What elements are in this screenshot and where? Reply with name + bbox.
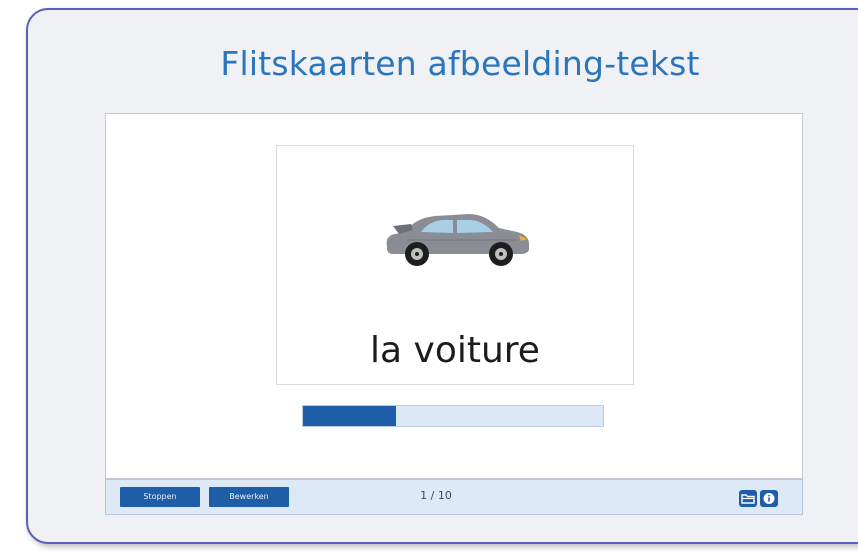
bottom-toolbar: Stoppen Bewerken 1 / 10 [105, 479, 803, 515]
page-title: Flitskaarten afbeelding-tekst [220, 44, 700, 83]
flashcard[interactable]: la voiture [276, 145, 634, 385]
folder-icon[interactable] [739, 490, 757, 507]
car-icon [386, 214, 529, 266]
progress-fill [303, 406, 396, 426]
card-counter: 1 / 10 [420, 489, 452, 502]
card-word: la voiture [370, 330, 540, 371]
edit-button[interactable]: Bewerken [209, 487, 289, 507]
stop-button[interactable]: Stoppen [120, 487, 200, 507]
info-icon[interactable] [760, 490, 778, 507]
progress-bar [302, 405, 604, 427]
